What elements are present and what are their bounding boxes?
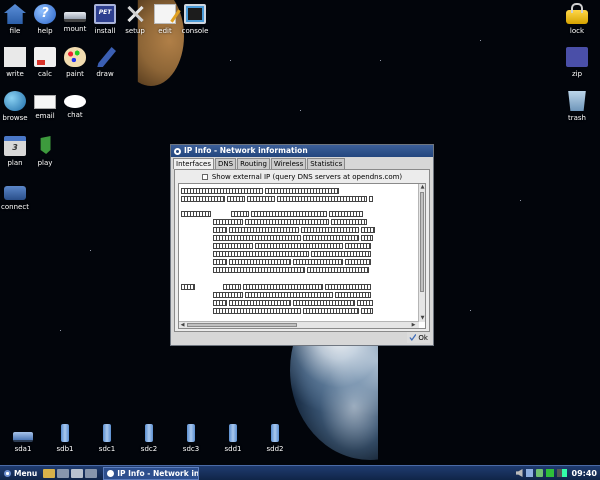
- workspace-icon[interactable]: [85, 468, 98, 478]
- install-icon: PET: [94, 4, 116, 24]
- vertical-scrollbar[interactable]: ▲ ▼: [418, 184, 425, 322]
- ok-button[interactable]: Ok: [407, 332, 430, 343]
- vertical-scroll-thumb[interactable]: [420, 192, 424, 292]
- folder-icon[interactable]: [43, 468, 56, 478]
- tab-bar: Interfaces DNS Routing Wireless Statisti…: [171, 157, 433, 169]
- zip-icon: [566, 47, 588, 67]
- usb-drive-icon: [187, 424, 195, 442]
- desktop-icon-connect[interactable]: connect: [0, 181, 34, 211]
- drive-icon-sdd1[interactable]: sdd1: [214, 424, 252, 453]
- window-icon[interactable]: [71, 468, 84, 478]
- drive-icon-sdc3[interactable]: sdc3: [172, 424, 210, 453]
- drive-icon: [64, 12, 86, 22]
- calendar-icon: 3: [4, 136, 26, 156]
- taskbar-window-label: IP Info - Network inform: [117, 468, 200, 478]
- menu-button[interactable]: Menu: [0, 466, 41, 480]
- desktop-icon-zip[interactable]: zip: [558, 47, 596, 78]
- network-info-icon: [174, 147, 181, 155]
- drive-icon-sdc2[interactable]: sdc2: [130, 424, 168, 453]
- interfaces-output[interactable]: ▲ ▼ ◀ ▶: [178, 183, 426, 329]
- taskbar-window-button[interactable]: IP Info - Network inform: [103, 466, 200, 480]
- workspace-icon[interactable]: [57, 468, 70, 478]
- network-info-icon: [107, 469, 115, 477]
- window-title: IP Info - Network information: [184, 146, 308, 155]
- checkmark-icon: [409, 334, 417, 341]
- paint-icon: [64, 47, 86, 67]
- chat-icon: [64, 95, 86, 108]
- tab-dns[interactable]: DNS: [215, 158, 237, 169]
- usb-drive-icon: [145, 424, 153, 442]
- scroll-up-icon[interactable]: ▲: [420, 185, 425, 190]
- window-titlebar[interactable]: IP Info - Network information: [171, 145, 433, 157]
- external-ip-checkbox[interactable]: [201, 173, 208, 180]
- drive-icon-sdb1[interactable]: sdb1: [46, 424, 84, 453]
- tab-statistics[interactable]: Statistics: [307, 158, 346, 169]
- home-icon: [4, 4, 26, 24]
- help-icon: ?: [34, 4, 56, 24]
- trash-icon: [568, 91, 586, 111]
- desktop-icon-play[interactable]: play: [26, 136, 64, 167]
- interfaces-text: [181, 186, 421, 318]
- clock[interactable]: 09:40: [572, 469, 597, 478]
- tab-routing[interactable]: Routing: [237, 158, 270, 169]
- tab-interfaces[interactable]: Interfaces: [173, 158, 214, 169]
- ip-info-window[interactable]: IP Info - Network information Interfaces…: [170, 144, 434, 346]
- usb-drive-icon: [61, 424, 69, 442]
- desktop-icon-trash[interactable]: trash: [558, 91, 596, 122]
- desktop-icon-console[interactable]: console: [176, 4, 214, 35]
- drive-icon-sdc1[interactable]: sdc1: [88, 424, 126, 453]
- write-icon: [4, 47, 26, 67]
- horizontal-scrollbar[interactable]: ◀ ▶: [179, 321, 419, 328]
- battery-icon[interactable]: [545, 469, 554, 477]
- drive-icon-sda1[interactable]: sda1: [4, 424, 42, 453]
- scroll-right-icon[interactable]: ▶: [411, 323, 416, 328]
- taskbar: Menu IP Info - Network inform 09:40: [0, 465, 600, 480]
- email-icon: [34, 95, 56, 109]
- hard-drive-icon: [13, 432, 33, 442]
- scroll-left-icon[interactable]: ◀: [180, 323, 185, 328]
- draw-icon: [97, 47, 116, 67]
- menu-label: Menu: [14, 468, 38, 478]
- drive-icon-sdd2[interactable]: sdd2: [256, 424, 294, 453]
- menu-icon: [4, 469, 11, 477]
- usb-drive-icon: [103, 424, 111, 442]
- volume-icon[interactable]: [515, 469, 523, 477]
- tab-wireless[interactable]: Wireless: [270, 158, 307, 169]
- network-icon[interactable]: [525, 469, 533, 477]
- media-icon: [40, 136, 51, 154]
- external-ip-label: Show external IP (query DNS servers at o…: [211, 172, 403, 181]
- usb-drive-icon: [271, 424, 279, 442]
- connect-icon: [4, 186, 26, 200]
- horizontal-scroll-thumb[interactable]: [187, 323, 297, 327]
- tray-app-icon[interactable]: [535, 469, 543, 477]
- interfaces-panel: Show external IP (query DNS servers at o…: [174, 169, 430, 332]
- system-tray: 09:40: [515, 469, 600, 478]
- tools-icon: [124, 4, 146, 24]
- desktop-icon-draw[interactable]: draw: [86, 47, 124, 78]
- console-icon: [184, 4, 206, 24]
- scroll-down-icon[interactable]: ▼: [420, 316, 425, 321]
- desktop-icon-chat[interactable]: chat: [56, 91, 94, 119]
- desktop-icon-lock[interactable]: lock: [558, 3, 596, 35]
- lock-icon: [566, 3, 588, 24]
- ok-label: Ok: [418, 333, 428, 342]
- monitor-icon[interactable]: [556, 469, 567, 477]
- usb-drive-icon: [229, 424, 237, 442]
- globe-icon: [4, 91, 26, 111]
- external-ip-option[interactable]: Show external IP (query DNS servers at o…: [175, 171, 429, 182]
- calc-icon: [34, 47, 56, 67]
- edit-icon: [154, 4, 176, 24]
